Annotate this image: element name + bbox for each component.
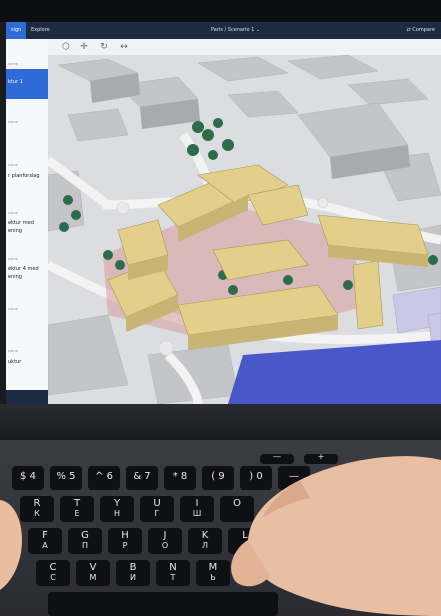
sidebar-item-sub: name [8,211,18,215]
sidebar-item-sub: name [8,62,18,66]
laptop-hinge [0,404,441,440]
compare-button[interactable]: ⇄ Compare [407,22,435,39]
sidebar-item-label[interactable]: ektur med [8,220,34,226]
right-hand [247,456,441,616]
sidebar-item-label[interactable]: ktur 1 [8,79,23,85]
tab-explore[interactable]: Explore [26,22,55,39]
laptop-screen: sign Explore Paris / Scenario 1 ⌄ ⇄ Comp… [6,22,441,404]
sidebar-item-sub: name [8,163,18,167]
cube-icon[interactable]: ⬡ [60,41,72,53]
sidebar-item-label[interactable]: uktur [8,359,21,365]
sidebar-item-sub: name [8,349,18,353]
laptop-photo: sign Explore Paris / Scenario 1 ⌄ ⇄ Comp… [0,0,441,616]
scenario-sidebar: name ktur 1 name name r planforslag name… [6,39,49,404]
rotate-icon[interactable]: ↻ [98,41,110,53]
sidebar-item-sub: name [8,307,18,311]
map-toolbar: ⬡ ✛ ↻ ↔ [48,39,441,56]
sidebar-item-label[interactable]: ening [8,228,22,234]
project-selector[interactable]: Paris / Scenario 1 ⌄ [211,22,260,39]
sidebar-item-sub: name [8,120,18,124]
measure-icon[interactable]: ↔ [118,41,130,53]
3d-city-map[interactable] [48,55,441,404]
sidebar-item-label[interactable]: ening [8,274,22,280]
left-hand [0,500,22,590]
tab-design[interactable]: sign [6,22,27,39]
sidebar-item-label[interactable]: r planforslag [8,173,40,179]
hands [0,456,441,616]
screen-bezel [0,0,441,22]
sidebar-item-label[interactable]: ektur 4 med [8,266,39,272]
sidebar-item-sub: name [8,257,18,261]
app-topbar: sign Explore Paris / Scenario 1 ⌄ ⇄ Comp… [6,22,441,39]
sidebar-footer [6,390,48,404]
move-icon[interactable]: ✛ [78,41,90,53]
